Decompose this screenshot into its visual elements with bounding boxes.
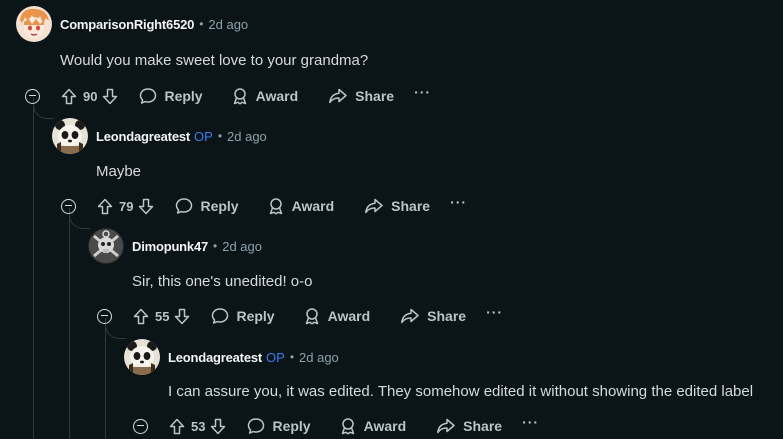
skull-avatar-icon <box>88 228 124 264</box>
comment-header: Leondagreatest OP • 2d ago <box>124 339 339 375</box>
vote-controls: 53 <box>169 418 226 435</box>
panda-avatar-icon <box>52 118 88 154</box>
more-options-button[interactable]: ··· <box>450 194 467 210</box>
avatar[interactable] <box>16 6 52 42</box>
comment-body: Sir, this one's unedited! o-o <box>132 273 313 290</box>
award-label: Award <box>255 88 299 104</box>
reply-button[interactable]: Reply <box>247 417 311 435</box>
separator-dot: • <box>199 17 204 31</box>
avatar[interactable] <box>52 118 88 154</box>
comment-timestamp[interactable]: 2d ago <box>222 239 262 254</box>
reply-button[interactable]: Reply <box>139 87 203 105</box>
comment-author[interactable]: Leondagreatest <box>96 129 190 144</box>
more-options-button[interactable]: ··· <box>522 414 539 430</box>
vote-score: 90 <box>83 88 98 104</box>
separator-dot: • <box>289 350 295 364</box>
collapse-button[interactable] <box>97 308 112 324</box>
share-icon <box>365 198 383 214</box>
thread-line-2[interactable] <box>69 214 70 439</box>
reply-icon <box>212 308 229 324</box>
reply-icon <box>248 418 265 434</box>
comment-header: Leondagreatest OP • 2d ago <box>52 118 267 154</box>
upvote-icon[interactable] <box>97 198 113 215</box>
share-icon <box>437 418 455 434</box>
collapse-button[interactable] <box>61 198 76 214</box>
comment-actions: 79 Reply Award Share ··· <box>61 192 467 220</box>
thread-line-1[interactable] <box>33 104 34 439</box>
share-button[interactable]: Share <box>364 197 430 215</box>
upvote-icon[interactable] <box>169 418 185 435</box>
anime-avatar-icon <box>16 6 52 42</box>
collapse-button[interactable] <box>25 88 40 104</box>
award-button[interactable]: Award <box>339 417 407 435</box>
comment-timestamp[interactable]: 2d ago <box>208 17 248 32</box>
comment-author[interactable]: Leondagreatest <box>168 350 262 365</box>
comment-actions: 53 Reply Award Share ··· <box>133 412 539 439</box>
reply-icon <box>140 88 157 104</box>
award-icon <box>305 308 318 325</box>
comment-header: Dimopunk47 • 2d ago <box>88 228 262 264</box>
downvote-icon[interactable] <box>210 418 226 435</box>
share-label: Share <box>355 88 395 104</box>
comment-header: ComparisonRight6520 • 2d ago <box>16 6 248 42</box>
vote-controls: 79 <box>97 198 154 215</box>
share-label: Share <box>391 198 431 214</box>
award-icon <box>269 198 282 215</box>
share-icon <box>329 88 347 104</box>
vote-score: 55 <box>155 308 170 324</box>
award-button[interactable]: Award <box>231 87 299 105</box>
vote-controls: 55 <box>133 308 190 325</box>
share-label: Share <box>463 418 503 434</box>
comment-author[interactable]: Dimopunk47 <box>132 239 208 254</box>
comment-timestamp[interactable]: 2d ago <box>299 350 339 365</box>
avatar[interactable] <box>124 339 160 375</box>
reply-label: Reply <box>164 88 203 104</box>
comment-author[interactable]: ComparisonRight6520 <box>60 17 194 32</box>
vote-score: 79 <box>119 198 134 214</box>
vote-score: 53 <box>191 418 206 434</box>
share-label: Share <box>427 308 467 324</box>
award-label: Award <box>327 308 371 324</box>
reply-button[interactable]: Reply <box>211 307 275 325</box>
share-button[interactable]: Share <box>328 87 394 105</box>
comment-actions: 90 Reply Award Share ··· <box>25 82 431 110</box>
award-label: Award <box>291 198 335 214</box>
thread-line-3[interactable] <box>105 324 106 439</box>
op-badge: OP <box>266 349 285 365</box>
more-options-button[interactable]: ··· <box>486 304 503 320</box>
downvote-icon[interactable] <box>102 88 118 105</box>
reply-label: Reply <box>272 418 311 434</box>
downvote-icon[interactable] <box>174 308 190 325</box>
award-button[interactable]: Award <box>267 197 335 215</box>
comment-timestamp[interactable]: 2d ago <box>227 129 267 144</box>
more-options-button[interactable]: ··· <box>414 84 431 100</box>
comment-body: I can assure you, it was edited. They so… <box>168 383 754 400</box>
collapse-button[interactable] <box>133 418 148 434</box>
avatar[interactable] <box>88 228 124 264</box>
reply-label: Reply <box>236 308 275 324</box>
comment-body: Would you make sweet love to your grandm… <box>60 52 369 69</box>
comment-thread: ComparisonRight6520 • 2d ago Would you m… <box>0 0 783 439</box>
panda-avatar-icon <box>124 339 160 375</box>
share-icon <box>401 308 419 324</box>
downvote-icon[interactable] <box>138 198 154 215</box>
upvote-icon[interactable] <box>133 308 149 325</box>
comment-body: Maybe <box>96 163 142 180</box>
separator-dot: • <box>217 129 223 143</box>
upvote-icon[interactable] <box>61 88 77 105</box>
vote-controls: 90 <box>61 88 118 105</box>
share-button[interactable]: Share <box>436 417 502 435</box>
share-button[interactable]: Share <box>400 307 466 325</box>
comment-actions: 55 Reply Award Share ··· <box>97 302 503 330</box>
op-badge: OP <box>194 128 213 144</box>
award-label: Award <box>363 418 407 434</box>
award-button[interactable]: Award <box>303 307 371 325</box>
reply-button[interactable]: Reply <box>175 197 239 215</box>
separator-dot: • <box>213 239 218 253</box>
reply-icon <box>176 198 193 214</box>
reply-label: Reply <box>200 198 239 214</box>
award-icon <box>233 88 246 105</box>
award-icon <box>341 418 354 435</box>
